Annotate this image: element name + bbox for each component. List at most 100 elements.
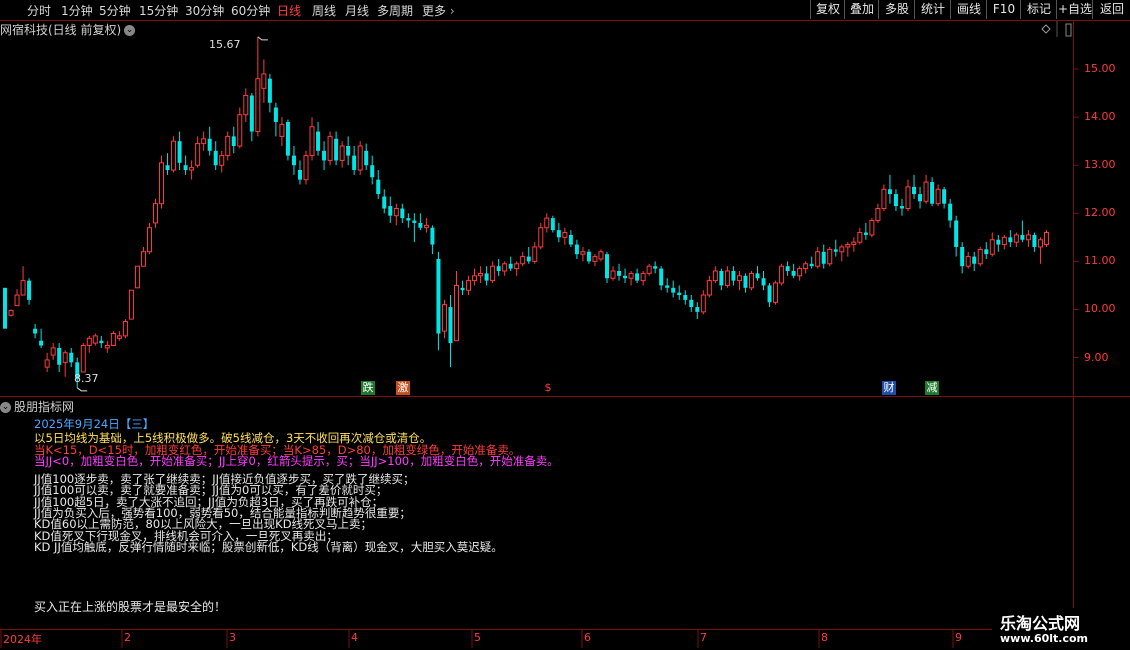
timeframe-5[interactable]: 60分钟	[231, 2, 270, 19]
toolbar-button-4[interactable]: 画线	[950, 0, 987, 19]
month-label: 3	[229, 631, 236, 644]
toolbar-button-0[interactable]: 复权	[810, 0, 845, 19]
candle-body	[146, 227, 152, 253]
more-label: 更多	[422, 4, 447, 18]
candle-body	[14, 294, 20, 307]
timeframe-7[interactable]: 周线	[312, 2, 336, 19]
candle-body	[430, 227, 435, 245]
candle-body	[809, 263, 814, 267]
candle-body	[219, 155, 225, 166]
candle-body	[875, 208, 881, 222]
price-tick-label: 9.00	[1084, 350, 1109, 364]
toolbar-button-7[interactable]: +自选	[1056, 0, 1093, 19]
candle-body	[122, 320, 128, 337]
candle-body	[27, 280, 32, 300]
candle-body	[334, 138, 339, 161]
candle-body	[610, 270, 616, 279]
candle-body	[20, 280, 26, 296]
candle-body	[598, 251, 604, 260]
candle-body	[954, 220, 959, 247]
low-price-label: 8.37	[74, 372, 99, 385]
chevron-down-icon[interactable]: ⌄	[124, 25, 136, 36]
toolbar-button-5[interactable]: F10	[986, 0, 1021, 19]
candle-body	[39, 340, 44, 346]
timeframe-6[interactable]: 日线	[277, 2, 301, 19]
candle-body	[773, 282, 779, 303]
top-toolbar: 分时 1分钟 5分钟 15分钟 30分钟 60分钟 日线 周线 月线 多周期 更多 › 复权 叠加 多股统…	[0, 0, 1130, 21]
indicator-title[interactable]: 股朋指标网	[14, 400, 74, 414]
candle-body	[357, 145, 363, 171]
candle-body	[243, 95, 249, 116]
indicator-tip: KD JJ值均触底，反弹行情随时来临；股票创新低，KD线（背离）现金叉，大胆买入…	[34, 539, 503, 554]
candle-body	[406, 218, 411, 221]
chart-title[interactable]: 网宿科技(日线 前复权)	[0, 23, 121, 37]
candle-body	[183, 165, 188, 171]
candle-body	[881, 188, 887, 209]
candle-body	[695, 307, 700, 312]
candle-body	[628, 272, 634, 279]
candle-body	[460, 287, 465, 291]
chart-header[interactable]: 网宿科技(日线 前复权) ⌄	[0, 21, 136, 37]
candle-body	[352, 155, 357, 171]
candle-body	[960, 246, 965, 267]
chevron-right-icon: ›	[446, 4, 455, 18]
timeframe-4[interactable]: 30分钟	[185, 2, 224, 19]
candle-body	[869, 220, 875, 236]
toolbar-button-1[interactable]: 叠加	[844, 0, 879, 19]
candle-body	[116, 335, 122, 339]
more-button[interactable]: 更多 ›	[422, 2, 455, 19]
watermark: 乐淘公式网 www.60lt.com	[992, 608, 1130, 650]
candle-body	[544, 217, 550, 229]
timeframe-3[interactable]: 15分钟	[139, 2, 178, 19]
high-marker-arrow	[257, 36, 268, 41]
candle-body	[418, 222, 423, 228]
candle-body	[748, 272, 754, 289]
candle-body	[484, 273, 489, 281]
toolbar-button-3[interactable]: 统计	[914, 0, 951, 19]
candle-body	[887, 189, 892, 195]
candle-body	[683, 295, 688, 300]
timeframe-9[interactable]: 多周期	[377, 2, 413, 19]
candle-body	[724, 270, 730, 286]
candle-body	[833, 249, 838, 252]
watermark-title: 乐淘公式网	[1000, 614, 1081, 633]
candle-body	[851, 241, 857, 246]
candle-body	[1037, 239, 1043, 248]
candle-body	[712, 270, 718, 282]
candle-body	[478, 272, 484, 277]
candle-body	[580, 251, 586, 255]
candle-body	[617, 271, 622, 276]
candle-body	[912, 186, 917, 195]
price-tick-label: 13.00	[1084, 158, 1116, 172]
candle-body	[382, 196, 387, 209]
signal-marker: 财	[882, 381, 896, 395]
indicator-date: 2025年9月24日【三】	[34, 417, 155, 431]
candle-body	[556, 230, 561, 238]
candle-body	[364, 150, 369, 166]
candle-body	[568, 234, 573, 245]
candle-body	[388, 206, 393, 216]
candle-body	[779, 265, 785, 284]
indicator-header[interactable]: ⌄ 股朋指标网	[0, 398, 74, 415]
candle-body	[646, 265, 652, 274]
candle-body	[996, 239, 1001, 245]
candle-body	[261, 73, 267, 89]
timeframe-0[interactable]: 分时	[27, 2, 51, 19]
toolbar-button-2[interactable]: 多股	[878, 0, 915, 19]
toolbar-button-6[interactable]: 标记	[1020, 0, 1057, 19]
toolbar-button-8[interactable]: 返回	[1092, 0, 1130, 19]
timeframe-2[interactable]: 5分钟	[99, 2, 131, 19]
chevron-down-icon[interactable]: ⌄	[0, 402, 11, 413]
candle-body	[791, 271, 796, 276]
timeframe-8[interactable]: 月线	[345, 2, 369, 19]
candle-body	[393, 208, 399, 217]
candle-body	[62, 352, 68, 363]
candle-body	[448, 307, 453, 344]
candle-body	[297, 170, 302, 180]
candle-body	[86, 337, 92, 347]
candle-body	[44, 359, 50, 368]
candle-body	[653, 266, 658, 269]
price-tick-label: 12.00	[1084, 206, 1116, 220]
timeframe-1[interactable]: 1分钟	[61, 2, 93, 19]
candle-body	[839, 246, 845, 253]
